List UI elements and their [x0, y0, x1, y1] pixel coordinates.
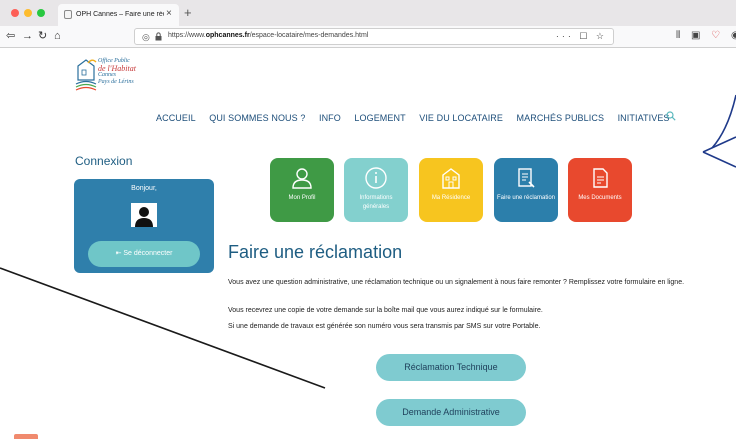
- corner-badge: [14, 434, 38, 439]
- user-icon: [292, 168, 312, 189]
- tab-close-icon[interactable]: ×: [166, 8, 172, 19]
- pocket-icon[interactable]: ♡: [711, 30, 720, 41]
- intro-paragraph: Vous avez une question administrative, u…: [228, 279, 685, 286]
- logout-button[interactable]: ⇤ Se déconnecter: [88, 241, 200, 267]
- demande-administrative-button[interactable]: Demande Administrative: [376, 399, 526, 426]
- tile-mes-documents[interactable]: Mes Documents: [568, 158, 632, 222]
- sms-notice-paragraph: Si une demande de travaux est générée so…: [228, 323, 541, 330]
- close-window-button[interactable]: [11, 9, 19, 17]
- documents-icon: [593, 168, 608, 188]
- nav-item-qui-sommes-nous[interactable]: QUI SOMMES NOUS ?: [209, 113, 305, 123]
- nav-item-accueil[interactable]: ACCUEIL: [156, 113, 196, 123]
- tile-mon-profil[interactable]: Mon Profil: [270, 158, 334, 222]
- screen: OPH Cannes – Faire une réclam × + ⇦ → ↻ …: [0, 0, 736, 439]
- sidebar-icon[interactable]: ▣: [691, 30, 700, 41]
- nav-item-vie-du-locataire[interactable]: VIE DU LOCATAIRE: [419, 113, 503, 123]
- page-actions[interactable]: ··· ☐ ☆: [556, 31, 607, 42]
- library-icon[interactable]: ⫴: [676, 30, 680, 41]
- reload-icon[interactable]: ↻: [38, 30, 47, 43]
- document-edit-icon: [518, 168, 535, 188]
- tab-title: OPH Cannes – Faire une réclam: [76, 11, 164, 18]
- logo-line-2: de l'Habitat: [98, 64, 136, 73]
- tile-faire-une-reclamation[interactable]: Faire une réclamation: [494, 158, 558, 222]
- arrow-icon: [702, 136, 736, 168]
- url-text: https://www.ophcannes.fr/espace-locatair…: [168, 32, 369, 39]
- page-favicon-icon: [64, 10, 72, 19]
- logo-line-4: Pays de Lérins: [98, 79, 134, 85]
- search-icon[interactable]: [666, 111, 676, 121]
- minimize-window-button[interactable]: [24, 9, 32, 17]
- nav-item-marches-publics[interactable]: MARCHÉS PUBLICS: [517, 113, 605, 123]
- copy-notice-paragraph: Vous recevrez une copie de votre demande…: [228, 307, 543, 314]
- tracking-shield-icon[interactable]: ◎: [142, 32, 150, 43]
- account-icon[interactable]: ◉: [731, 30, 736, 41]
- address-bar[interactable]: ◎ https://www.ophcannes.fr/espace-locata…: [134, 28, 614, 45]
- nav-item-info[interactable]: INFO: [319, 113, 341, 123]
- tile-label: Mon Profil: [288, 195, 316, 201]
- reclamation-technique-button[interactable]: Réclamation Technique: [376, 354, 526, 381]
- tile-informations-generales[interactable]: Informations générales: [344, 158, 408, 222]
- forward-icon[interactable]: →: [22, 30, 33, 43]
- toolbar-buttons: ⫴ ▣ ♡ ◉: [676, 30, 736, 41]
- annotation-arrow-shaft: [711, 94, 736, 149]
- user-avatar-icon: [131, 203, 157, 227]
- back-icon[interactable]: ⇦: [6, 30, 15, 43]
- info-icon: [365, 167, 387, 189]
- main-navigation: ACCUEIL QUI SOMMES NOUS ? INFO LOGEMENT …: [156, 111, 681, 123]
- lock-icon: [155, 32, 162, 41]
- logout-label: Se déconnecter: [123, 250, 173, 257]
- nav-item-initiatives[interactable]: INITIATIVES: [618, 113, 670, 123]
- zoom-window-button[interactable]: [37, 9, 45, 17]
- tile-label: Faire une réclamation: [496, 195, 556, 201]
- logo-text: Office Public de l'Habitat Cannes Pays d…: [98, 58, 136, 86]
- browser-tab[interactable]: OPH Cannes – Faire une réclam ×: [58, 4, 179, 26]
- browser-navbar: ⇦ → ↻ ⌂ ◎ https://www.ophcannes.fr/espac…: [0, 26, 736, 48]
- browser-titlebar: OPH Cannes – Faire une réclam × +: [0, 0, 736, 26]
- greeting-text: Bonjour,: [131, 185, 157, 192]
- page-title: Faire une réclamation: [228, 242, 403, 262]
- logout-icon: ⇤: [115, 250, 122, 257]
- connexion-heading: Connexion: [75, 154, 133, 168]
- building-icon: [442, 168, 460, 189]
- login-card: Bonjour, ⇤ Se déconnecter: [74, 179, 214, 273]
- tile-ma-residence[interactable]: Ma Résidence: [419, 158, 483, 222]
- logo-line-3: Cannes: [98, 72, 116, 78]
- nav-item-logement[interactable]: LOGEMENT: [354, 113, 405, 123]
- new-tab-button[interactable]: +: [184, 5, 192, 20]
- tile-label: Informations générales: [359, 195, 393, 210]
- tile-label: Ma Résidence: [431, 195, 471, 201]
- tile-label: Mes Documents: [578, 195, 622, 201]
- home-icon[interactable]: ⌂: [54, 30, 61, 43]
